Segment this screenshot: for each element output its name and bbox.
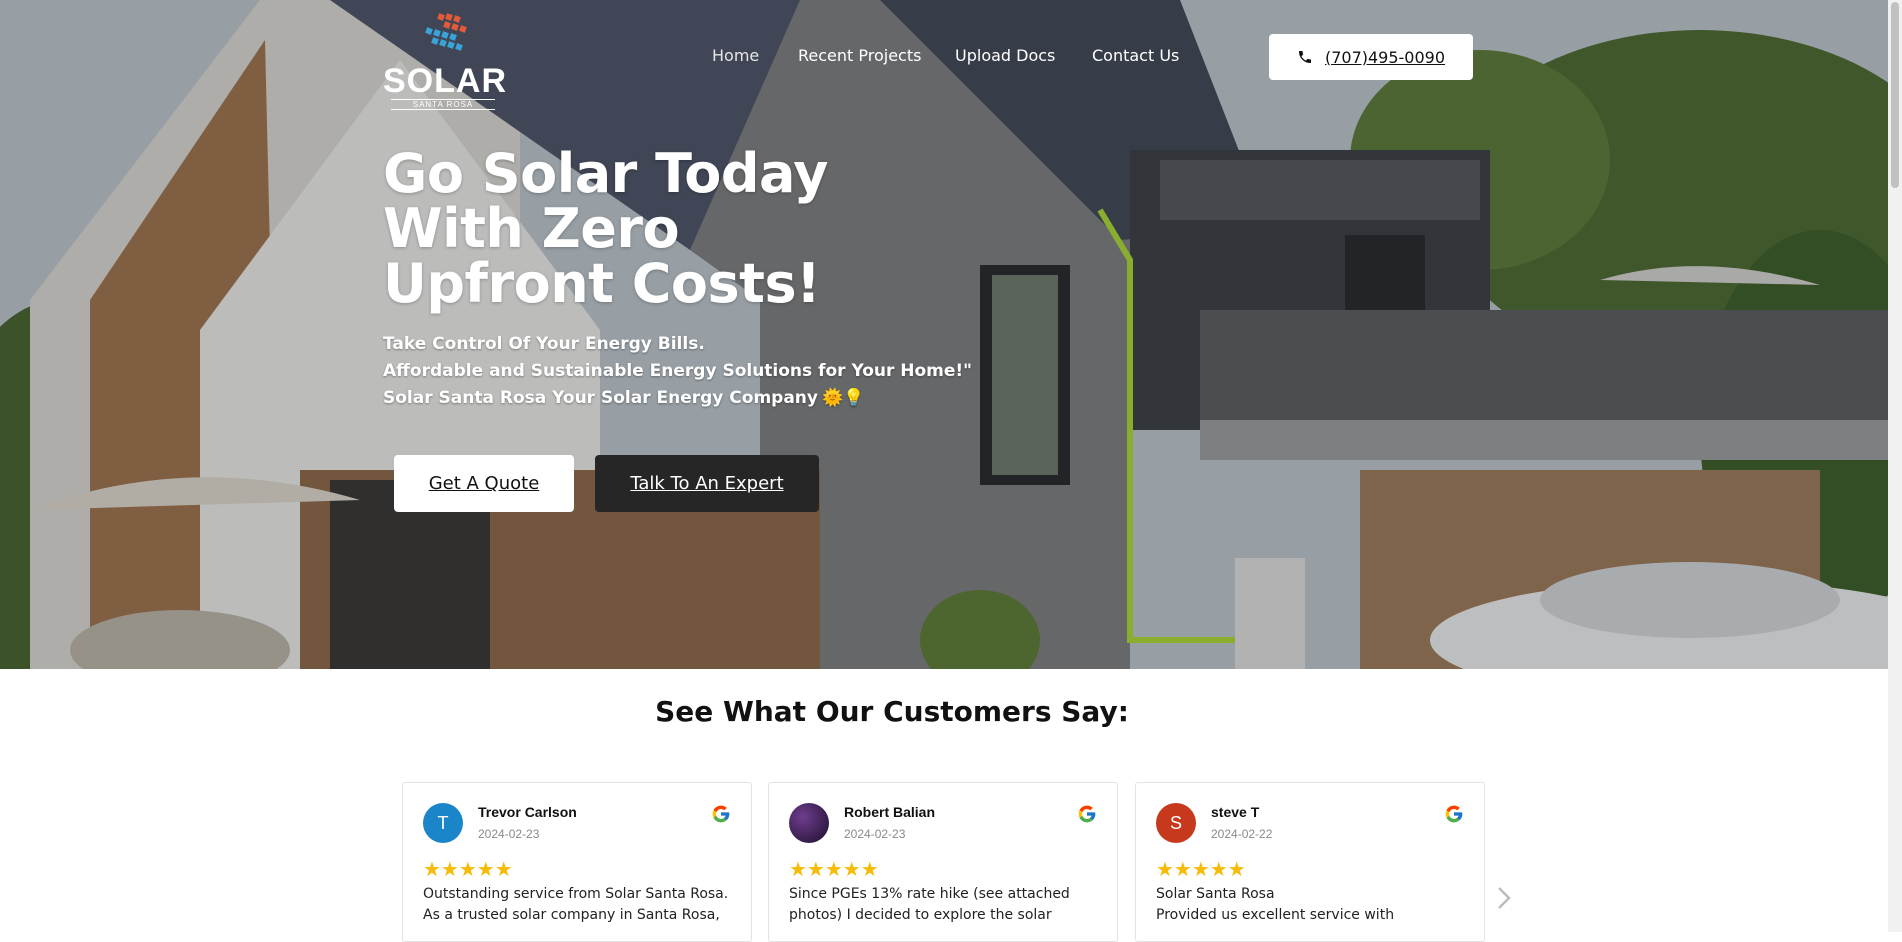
page-scrollbar[interactable] bbox=[1888, 0, 1902, 932]
solar-panel-logo-icon bbox=[425, 13, 467, 51]
rating-stars: ★★★★★ bbox=[423, 859, 513, 881]
phone-call-button[interactable]: (707)495-0090 bbox=[1269, 34, 1473, 80]
logo-wordmark: SOLAR bbox=[383, 62, 507, 100]
reviewer-name: Robert Balian bbox=[844, 804, 936, 820]
hero-line-3-text: Solar Santa Rosa Your Solar Energy Compa… bbox=[383, 388, 818, 408]
reviewer-name: steve T bbox=[1211, 804, 1260, 820]
review-text: Outstanding service from Solar Santa Ros… bbox=[423, 886, 729, 923]
review-date: 2024-02-23 bbox=[844, 827, 906, 841]
nav-recent-projects[interactable]: Recent Projects bbox=[798, 46, 921, 65]
hero-line-3: Solar Santa Rosa Your Solar Energy Compa… bbox=[383, 385, 972, 412]
phone-icon bbox=[1298, 51, 1311, 63]
reviewer-name: Trevor Carlson bbox=[478, 804, 577, 820]
hero-headline: Go Solar Today With Zero Upfront Costs! bbox=[383, 142, 829, 315]
review-date: 2024-02-22 bbox=[1211, 827, 1273, 841]
nav-home[interactable]: Home bbox=[712, 46, 759, 65]
rating-stars: ★★★★★ bbox=[789, 859, 879, 881]
nav-contact-us[interactable]: Contact Us bbox=[1092, 46, 1179, 65]
site-logo[interactable]: SOLAR SANTA ROSA bbox=[383, 12, 507, 110]
get-a-quote-button[interactable]: Get A Quote bbox=[394, 455, 574, 512]
review-text: Solar Santa Rosa Provided us excellent s… bbox=[1156, 886, 1395, 923]
review-date: 2024-02-23 bbox=[478, 827, 540, 841]
avatar: S bbox=[1156, 803, 1196, 843]
talk-to-expert-button[interactable]: Talk To An Expert bbox=[595, 455, 819, 512]
hero-section: SOLAR SANTA ROSA Home Recent Projects Up… bbox=[0, 0, 1888, 669]
review-card: Robert Balian 2024-02-23 ★★★★★ Since PGE… bbox=[768, 782, 1118, 942]
review-text: Since PGEs 13% rate hike (see attached p… bbox=[789, 886, 1070, 923]
logo-subtitle: SANTA ROSA bbox=[391, 99, 495, 110]
hero-subtext: Take Control Of Your Energy Bills. Affor… bbox=[383, 331, 972, 412]
review-card: T Trevor Carlson 2024-02-23 ★★★★★ Outsta… bbox=[402, 782, 752, 942]
phone-number: (707)495-0090 bbox=[1324, 47, 1446, 67]
rating-stars: ★★★★★ bbox=[1156, 859, 1246, 881]
reviews-heading: See What Our Customers Say: bbox=[655, 695, 1129, 728]
google-icon bbox=[1445, 805, 1463, 823]
avatar bbox=[789, 803, 829, 843]
carousel-next-chevron-icon[interactable] bbox=[1494, 884, 1514, 912]
scrollbar-thumb[interactable] bbox=[1891, 2, 1899, 188]
hero-line-1: Take Control Of Your Energy Bills. bbox=[383, 334, 705, 354]
nav-upload-docs[interactable]: Upload Docs bbox=[955, 46, 1055, 65]
sun-bulb-emoji-icon: 🌞💡 bbox=[822, 388, 865, 408]
google-icon bbox=[1078, 805, 1096, 823]
hero-line-2: Affordable and Sustainable Energy Soluti… bbox=[383, 361, 973, 381]
avatar: T bbox=[423, 803, 463, 843]
review-card: S steve T 2024-02-22 ★★★★★ Solar Santa R… bbox=[1135, 782, 1485, 942]
google-icon bbox=[712, 805, 730, 823]
